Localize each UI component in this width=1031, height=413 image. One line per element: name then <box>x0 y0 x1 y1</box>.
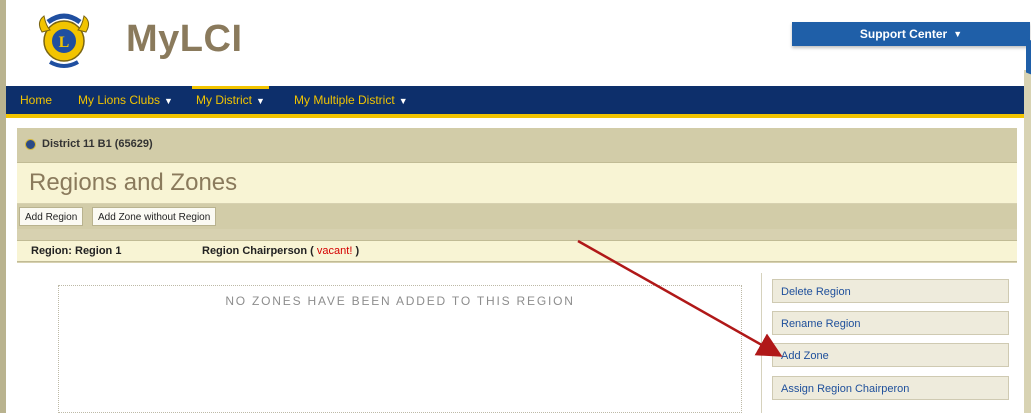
rename-region-button[interactable]: Rename Region <box>772 311 1009 335</box>
lions-emblem-icon <box>25 139 36 150</box>
delete-region-button[interactable]: Delete Region <box>772 279 1009 303</box>
add-zone-button[interactable]: Add Zone <box>772 343 1009 367</box>
support-center-menu[interactable]: Support Center ▼ <box>792 22 1030 46</box>
chairperson-label: Region Chairperson ( <box>202 245 314 257</box>
header: L MyLCI Support Center ▼ <box>6 0 1031 86</box>
nav-my-multiple-district[interactable]: My Multiple District ▼ <box>294 86 408 114</box>
region-content: NO ZONES HAVE BEEN ADDED TO THIS REGION … <box>17 263 1017 413</box>
caret-down-icon: ▼ <box>953 29 963 39</box>
nav-home-label: Home <box>20 93 53 107</box>
nav-my-district[interactable]: My District ▼ <box>192 86 269 114</box>
region-name: Region: Region 1 <box>31 245 122 257</box>
toolbar: Add Region Add Zone without Region <box>17 204 1017 229</box>
nav-my-lions-clubs[interactable]: My Lions Clubs ▼ <box>78 86 173 114</box>
region-chairperson: Region Chairperson ( vacant! ) <box>202 245 359 257</box>
brand-name[interactable]: MyLCI <box>126 20 243 58</box>
district-label: District 11 B1 (65629) <box>42 138 153 150</box>
right-border <box>1024 70 1031 413</box>
region-header: Region: Region 1 Region Chairperson ( va… <box>17 240 1017 262</box>
support-center-label: Support Center <box>859 27 948 41</box>
nav-home[interactable]: Home <box>20 86 52 114</box>
chairperson-close-paren: ) <box>355 245 360 257</box>
main-panel: District 11 B1 (65629) Regions and Zones… <box>17 128 1017 413</box>
empty-zones-message: NO ZONES HAVE BEEN ADDED TO THIS REGION <box>225 294 575 308</box>
district-bar: District 11 B1 (65629) <box>17 128 1017 163</box>
nav-my-multiple-district-label: My Multiple District <box>294 93 395 107</box>
actions-divider <box>761 273 762 413</box>
assign-region-chairperson-button[interactable]: Assign Region Chairperon <box>772 376 1009 400</box>
main-nav: Home My Lions Clubs ▼ My District ▼ My Mul… <box>6 86 1024 118</box>
caret-down-icon: ▼ <box>164 96 173 106</box>
svg-text:L: L <box>59 34 70 51</box>
nav-my-district-label: My District <box>196 93 252 107</box>
add-zone-without-region-button[interactable]: Add Zone without Region <box>92 207 217 226</box>
chairperson-vacant-status: vacant! <box>316 245 353 257</box>
title-band: Regions and Zones <box>17 163 1017 203</box>
caret-down-icon: ▼ <box>398 96 408 106</box>
nav-my-lions-clubs-label: My Lions Clubs <box>78 93 161 107</box>
add-region-button[interactable]: Add Region <box>19 207 84 226</box>
support-ribbon-tail <box>1026 38 1031 76</box>
page-title: Regions and Zones <box>29 169 238 196</box>
zones-container: NO ZONES HAVE BEEN ADDED TO THIS REGION <box>58 285 742 413</box>
caret-down-icon: ▼ <box>256 96 265 106</box>
lions-logo-icon[interactable]: L <box>32 8 96 72</box>
